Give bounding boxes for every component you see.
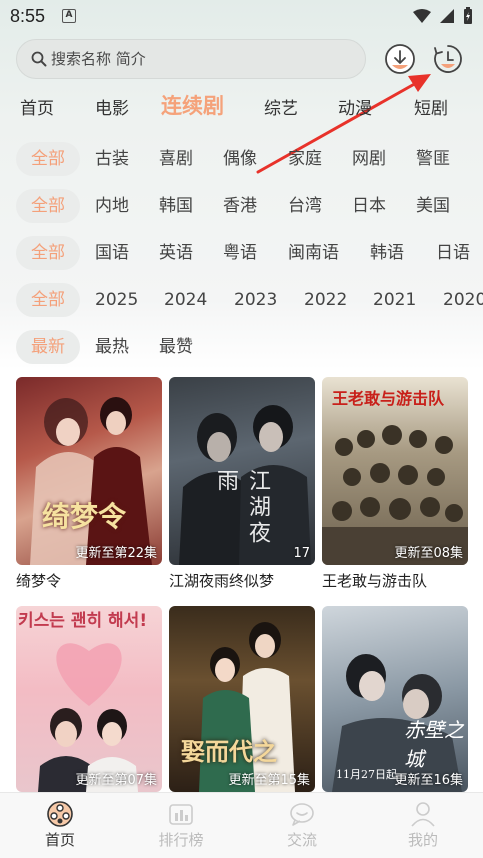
filter-region-item[interactable]: 日本 — [352, 189, 386, 223]
nav-chat-label: 交流 — [286, 831, 317, 849]
filter-region-item[interactable]: 香港 — [223, 189, 257, 223]
filter-region-item[interactable]: 美国 — [416, 189, 450, 223]
filter-language-item[interactable]: 粤语 — [223, 236, 257, 270]
poster-title-art: 江湖夜雨 — [213, 469, 270, 547]
search-input[interactable] — [51, 40, 351, 78]
tab-short-drama[interactable]: 短剧 — [414, 94, 448, 119]
download-icon — [385, 44, 415, 74]
poster-title-art: 키스는 괜히 해서! — [18, 611, 148, 631]
filter-region-all[interactable]: 全部 — [16, 189, 80, 223]
nav-home[interactable]: 首页 — [10, 793, 110, 858]
episode-badge: 更新至08集 — [394, 546, 463, 561]
filter-genre-all[interactable]: 全部 — [16, 142, 80, 176]
filter-year-item[interactable]: 2025 — [95, 283, 138, 317]
status-time: 8:55 — [10, 6, 46, 26]
tab-anime[interactable]: 动漫 — [338, 94, 372, 119]
download-button[interactable] — [384, 43, 416, 79]
sort-hottest[interactable]: 最热 — [95, 330, 129, 364]
show-title: 江湖夜雨终似梦 — [169, 572, 275, 590]
status-icons — [413, 7, 473, 25]
bottom-nav: 首页 排行榜 交流 我的 — [0, 792, 483, 858]
filter-language-item[interactable]: 韩语 — [370, 236, 404, 270]
filter-genre-item[interactable]: 偶像 — [223, 142, 257, 176]
tab-variety[interactable]: 综艺 — [264, 94, 298, 119]
tab-series[interactable]: 连续剧 — [161, 90, 224, 120]
filter-language-item[interactable]: 英语 — [159, 236, 193, 270]
filter-year-item[interactable]: 2023 — [234, 283, 277, 317]
poster-title-art: 赤壁之城 — [404, 718, 464, 771]
show-title: 绮梦令 — [16, 572, 62, 590]
episode-badge: 更新至第07集 — [75, 773, 157, 788]
category-tabs: 首页 电影 连续剧 综艺 动漫 短剧 — [0, 90, 483, 126]
show-poster[interactable]: 娶而代之 更新至第15集 — [169, 606, 315, 792]
poster-date-text: 11月27日起 — [336, 768, 397, 781]
search-icon — [31, 51, 47, 67]
ranking-icon — [169, 804, 193, 825]
poster-title-art: 绮梦令 — [42, 500, 127, 533]
signal-icon — [440, 9, 454, 23]
filter-row-year: 全部 2025 2024 2023 2022 2021 2020 — [0, 283, 483, 319]
filter-genre-item[interactable]: 网剧 — [352, 142, 386, 176]
filter-genre-item[interactable]: 古装 — [95, 142, 129, 176]
notification-badge-icon: A — [62, 9, 76, 23]
filter-genre-item[interactable]: 家庭 — [288, 142, 322, 176]
poster-title-art: 王老敢与游击队 — [332, 389, 445, 408]
nav-chat[interactable]: 交流 — [252, 793, 352, 858]
battery-icon — [464, 7, 472, 24]
filter-year-item[interactable]: 2024 — [164, 283, 207, 317]
show-title: 王老敢与游击队 — [322, 572, 428, 590]
filter-year-item[interactable]: 2020 — [443, 283, 483, 317]
filter-genre-item[interactable]: 喜剧 — [159, 142, 193, 176]
show-poster[interactable]: 키스는 괜히 해서! 更新至第07集 — [16, 606, 162, 792]
episode-badge: 更新至16集 — [394, 773, 463, 788]
chat-icon — [290, 803, 314, 826]
filter-year-item[interactable]: 2021 — [373, 283, 416, 317]
status-bar: 8:55 A — [0, 0, 483, 32]
filter-year-item[interactable]: 2022 — [304, 283, 347, 317]
filter-language-item[interactable]: 国语 — [95, 236, 129, 270]
poster-art — [38, 643, 138, 792]
poster-title-art: 娶而代之 — [181, 737, 277, 766]
show-poster[interactable]: 赤壁之城 11月27日起 更新至16集 — [322, 606, 468, 792]
episode-badge: 更新至第22集 — [75, 546, 157, 561]
tab-home[interactable]: 首页 — [20, 94, 54, 119]
show-poster[interactable]: 绮梦令 更新至第22集 — [16, 377, 162, 565]
filter-region-item[interactable]: 内地 — [95, 189, 129, 223]
filter-row-language: 全部 国语 英语 粤语 闽南语 韩语 日语 — [0, 236, 483, 272]
poster-art — [30, 397, 152, 565]
show-poster[interactable]: 王老敢与游击队 更新至08集 — [322, 377, 468, 565]
sort-most-liked[interactable]: 最赞 — [159, 330, 193, 364]
episode-badge: 更新至第15集 — [228, 773, 310, 788]
tab-movies[interactable]: 电影 — [95, 94, 129, 119]
filter-row-region: 全部 内地 韩国 香港 台湾 日本 美国 — [0, 189, 483, 225]
nav-profile[interactable]: 我的 — [373, 793, 473, 858]
profile-icon — [411, 802, 435, 827]
filter-region-item[interactable]: 台湾 — [288, 189, 322, 223]
filter-language-all[interactable]: 全部 — [16, 236, 80, 270]
nav-ranking[interactable]: 排行榜 — [131, 793, 231, 858]
sort-latest[interactable]: 最新 — [16, 330, 80, 364]
nav-profile-label: 我的 — [407, 831, 438, 849]
search-bar[interactable] — [16, 39, 366, 79]
show-poster[interactable]: 江湖夜雨 17 — [169, 377, 315, 565]
filter-row-genre: 全部 古装 喜剧 偶像 家庭 网剧 警匪 — [0, 142, 483, 178]
filter-genre-item[interactable]: 警匪 — [416, 142, 450, 176]
episode-badge: 17 — [293, 546, 310, 561]
filter-row-sort: 最新 最热 最赞 — [0, 330, 483, 366]
filter-year-all[interactable]: 全部 — [16, 283, 80, 317]
history-icon — [434, 45, 462, 73]
filter-language-item[interactable]: 闽南语 — [288, 236, 339, 270]
wifi-icon — [413, 8, 431, 23]
filter-language-item[interactable]: 日语 — [436, 236, 470, 270]
nav-home-label: 首页 — [44, 831, 75, 849]
nav-ranking-label: 排行榜 — [158, 831, 204, 849]
home-film-icon — [47, 801, 73, 827]
history-button[interactable] — [432, 43, 464, 79]
filter-region-item[interactable]: 韩国 — [159, 189, 193, 223]
